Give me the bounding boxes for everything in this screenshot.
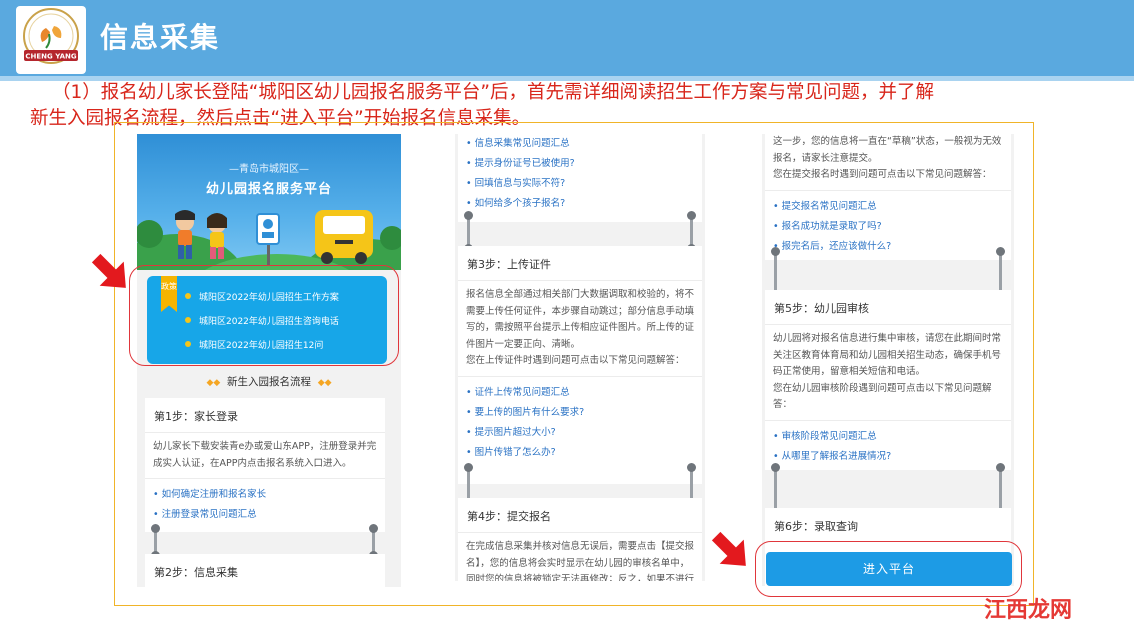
link-multiple-children[interactable]: 如何给多个孩子报名? (466, 194, 694, 214)
link-submit-faq[interactable]: 提交报名常见问题汇总 (773, 197, 1003, 217)
link-upload-faq[interactable]: 证件上传常见问题汇总 (466, 383, 694, 403)
step-3-body-text: 报名信息全部通过相关部门大数据调取和校验的，将不需要上传任何证件，本步骤自动跳过… (466, 289, 695, 350)
phone-column-3: 这一步，您的信息将一直在“草稿”状态，一般视为无效报名，请家长注意提交。 您在提… (762, 134, 1014, 586)
connector (369, 524, 378, 560)
flow-heading-text: 新生入园报名流程 (227, 376, 311, 388)
phone-column-2: 信息采集常见问题汇总 提示身份证号已被使用? 回填信息与实际不符? 如何给多个孩… (455, 134, 705, 581)
platform-banner: —青岛市城阳区— 幼儿园报名服务平台 (137, 134, 401, 270)
step-3-body-hint: 您在上传证件时遇到问题可点击以下常见问题解答： (466, 355, 685, 366)
banner-illustration (137, 210, 401, 270)
page-title: 信息采集 (100, 21, 221, 54)
step-5-body-hint: 您在幼儿园审核阶段遇到问题可点击以下常见问题解答： (773, 382, 992, 411)
step-5-title: 第5步：幼儿园审核 (765, 290, 1011, 325)
red-arrow-icon (91, 253, 126, 288)
connector (771, 463, 780, 517)
intro-line-1: （1）报名幼儿家长登陆“城阳区幼儿园报名服务平台”后，首先需详细阅读招生工作方案… (52, 82, 934, 103)
step-3-body: 报名信息全部通过相关部门大数据调取和校验的，将不需要上传任何证件，本步骤自动跳过… (458, 281, 702, 376)
link-info-mismatch[interactable]: 回填信息与实际不符? (466, 174, 694, 194)
flow-heading: ◆◆ 新生入园报名流程 ◆◆ (206, 376, 332, 388)
submit-note-text: 这一步，您的信息将一直在“草稿”状态，一般视为无效报名，请家长注意提交。 (773, 136, 1002, 164)
step-1-links: 如何确定注册和报名家长 注册登录常见问题汇总 (145, 478, 385, 529)
step-5-body: 幼儿园将对报名信息进行集中审核，请您在此期间时常关注区教育体育局和幼儿园相关招生… (765, 325, 1011, 420)
header-bar: CHENG YANG 信息采集 (0, 0, 1134, 81)
link-progress[interactable]: 从哪里了解报名进展情况? (773, 447, 1003, 467)
link-info-collection-faq[interactable]: 信息采集常见问题汇总 (466, 134, 694, 154)
red-arrow-icon (711, 531, 746, 566)
info-faq-links: 信息采集常见问题汇总 提示身份证号已被使用? 回填信息与实际不符? 如何给多个孩… (458, 134, 702, 218)
step-5-links: 审核阶段常见问题汇总 从哪里了解报名进展情况? (765, 419, 1011, 471)
submit-faq-links: 提交报名常见问题汇总 报名成功就是录取了吗? 报完名后，还应该做什么? (765, 189, 1011, 261)
step-1-body: 幼儿家长下载安装青e办或爱山东APP，注册登录并完成实人认证，在APP内点击报名… (153, 441, 377, 469)
link-id-already-used[interactable]: 提示身份证号已被使用? (466, 154, 694, 174)
step-4-body: 在完成信息采集并核对信息无误后，需要点击【提交报名】，您的信息将会实时显示在幼儿… (466, 541, 695, 581)
info-faq-card: 信息采集常见问题汇总 提示身份证号已被使用? 回填信息与实际不符? 如何给多个孩… (458, 134, 702, 222)
button-highlight-box (755, 541, 1022, 597)
policy-highlight-box (129, 265, 399, 366)
link-after-submit[interactable]: 报完名后，还应该做什么? (773, 237, 1003, 257)
step-3-links: 证件上传常见问题汇总 要上传的图片有什么要求? 提示图片超过大小? 图片传错了怎… (458, 375, 702, 467)
link-image-requirements[interactable]: 要上传的图片有什么要求? (466, 403, 694, 423)
chengyang-logo: CHENG YANG (16, 6, 86, 74)
connector (464, 211, 473, 253)
logo-text: CHENG YANG (25, 53, 76, 61)
step-3-card: 第3步：上传证件 报名信息全部通过相关部门大数据调取和校验的，将不需要上传任何证… (458, 246, 702, 484)
step-2-title: 第2步：信息采集 (154, 566, 238, 579)
connector (687, 211, 696, 253)
connector (996, 463, 1005, 517)
step-5-body-text: 幼儿园将对报名信息进行集中审核，请您在此期间时常关注区教育体育局和幼儿园相关招生… (773, 333, 1002, 377)
step-1-card: 第1步：家长登录 幼儿家长下载安装青e办或爱山东APP，注册登录并完成实人认证，… (145, 398, 385, 532)
link-image-too-large[interactable]: 提示图片超过大小? (466, 423, 694, 443)
step-6-title: 第6步：录取查询 (774, 520, 858, 533)
link-wrong-image[interactable]: 图片传错了怎么办? (466, 443, 694, 463)
link-login-faq[interactable]: 注册登录常见问题汇总 (153, 505, 377, 525)
step-3-title: 第3步：上传证件 (458, 246, 702, 281)
step-4-title: 第4步：提交报名 (458, 498, 702, 533)
submit-note-hint: 您在提交报名时遇到问题可点击以下常见问题解答： (773, 169, 992, 180)
step-5-card: 第5步：幼儿园审核 幼儿园将对报名信息进行集中审核，请您在此期间时常关注区教育体… (765, 290, 1011, 470)
step-4-card: 第4步：提交报名 在完成信息采集并核对信息无误后，需要点击【提交报名】，您的信息… (458, 498, 702, 581)
link-review-faq[interactable]: 审核阶段常见问题汇总 (773, 427, 1003, 447)
connector (151, 524, 160, 560)
submit-note: 这一步，您的信息将一直在“草稿”状态，一般视为无效报名，请家长注意提交。 您在提… (765, 134, 1011, 190)
step-1-title: 第1步：家长登录 (145, 398, 385, 433)
link-how-to-register[interactable]: 如何确定注册和报名家长 (153, 485, 377, 505)
submit-faq-card: 这一步，您的信息将一直在“草稿”状态，一般视为无效报名，请家长注意提交。 您在提… (765, 134, 1011, 260)
watermark: 江西龙网 (984, 597, 1073, 623)
link-is-admitted[interactable]: 报名成功就是录取了吗? (773, 217, 1003, 237)
step-2-card: 第2步：信息采集 (145, 554, 385, 587)
